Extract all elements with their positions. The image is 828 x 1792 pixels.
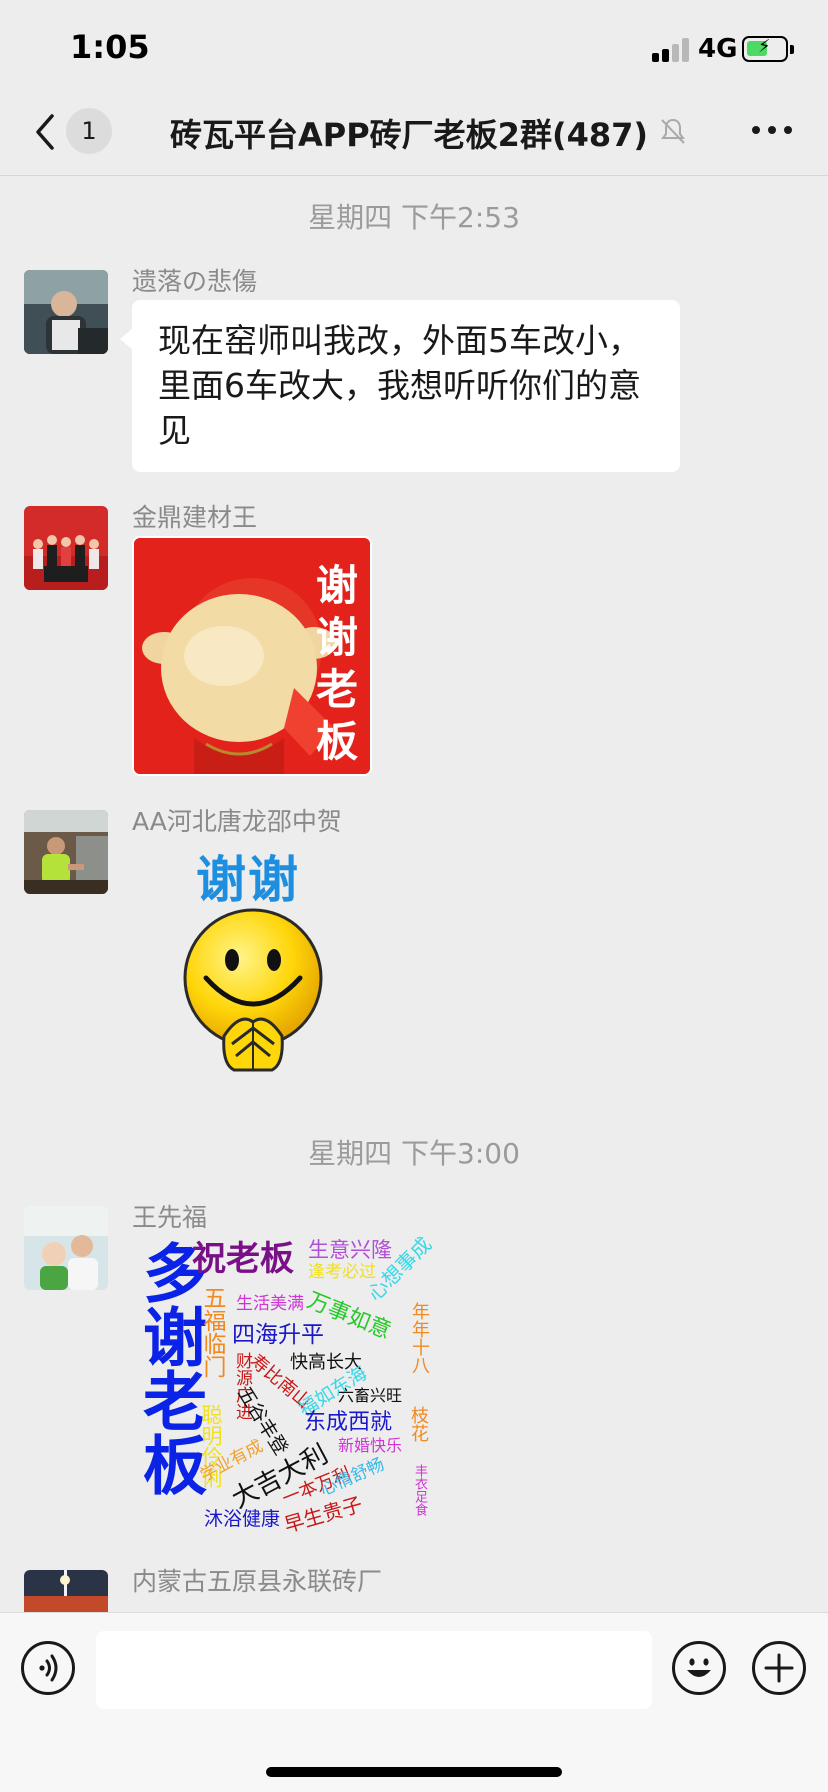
back-icon[interactable] [30, 112, 60, 152]
word-cloud-word: 祝老板 [192, 1239, 294, 1279]
chat-nav-bar: 1 砖瓦平台APP砖厂老板2群(487) [0, 100, 828, 176]
word-cloud-word: 沐浴健康 [204, 1508, 281, 1530]
sender-name: AA河北唐龙邵中贺 [132, 807, 342, 836]
sender-name: 金鼎建材王 [132, 503, 258, 532]
word-cloud-word: 四海升平 [232, 1322, 324, 1348]
status-time: 1:05 [70, 28, 150, 66]
message-timestamp: 星期四 下午3:00 [308, 1137, 520, 1170]
more-icon[interactable] [750, 120, 794, 140]
message-timestamp: 星期四 下午2:53 [308, 201, 520, 234]
avatar[interactable] [24, 506, 108, 590]
mute-icon [661, 118, 685, 144]
battery-icon: ⚡ [742, 36, 794, 62]
sticker-caption: 谢谢 [196, 851, 300, 909]
word-cloud-word: 丰衣足食 [412, 1464, 427, 1516]
chat-input-bar [0, 1612, 828, 1792]
status-bar: 1:05 4G ⚡ [0, 0, 828, 100]
avatar[interactable] [24, 270, 108, 354]
word-cloud-word: 生活美满 [236, 1294, 304, 1314]
emoji-icon[interactable] [672, 1641, 726, 1695]
sender-name: 遗落の悲傷 [132, 267, 258, 296]
word-cloud-word: 六畜兴旺 [338, 1386, 403, 1405]
signal-icon [652, 36, 692, 62]
word-cloud-word: 五福临门 [199, 1286, 225, 1378]
word-cloud-sticker[interactable]: 多谢老板 祝老板 生意兴隆 逢考必过 心想事成 五福临门 生活美满 万事如意 年… [132, 1234, 432, 1534]
word-cloud-word: 逢考必过 [308, 1262, 376, 1282]
avatar[interactable] [24, 1206, 108, 1290]
network-label: 4G [698, 34, 738, 64]
chat-title[interactable]: 砖瓦平台APP砖厂老板2群(487) [170, 110, 648, 156]
avatar[interactable] [24, 810, 108, 894]
sender-name: 内蒙古五原县永联砖厂 [132, 1567, 383, 1596]
unread-count-badge[interactable]: 1 [66, 108, 112, 154]
word-cloud-word: 年年十八 [409, 1302, 430, 1374]
voice-icon[interactable] [21, 1641, 75, 1695]
text-message-bubble[interactable]: 现在窑师叫我改，外面5车改小，里面6车改大，我想听听你们的意见 [120, 300, 680, 472]
home-indicator[interactable] [266, 1767, 562, 1777]
word-cloud-word: 新婚快乐 [338, 1436, 403, 1455]
word-cloud-word: 枝花 [408, 1406, 429, 1442]
smiley-sticker[interactable] [180, 904, 326, 1078]
avatar[interactable] [24, 1570, 108, 1612]
word-cloud-word: 生意兴隆 [308, 1238, 392, 1262]
word-cloud-word: 东成西就 [304, 1410, 393, 1435]
sticker-image[interactable]: 谢谢老板 [132, 536, 372, 776]
sender-name: 王先福 [132, 1203, 208, 1232]
sticker-caption: 谢谢老板 [315, 561, 358, 766]
message-input[interactable] [96, 1631, 652, 1709]
plus-icon[interactable] [752, 1641, 806, 1695]
